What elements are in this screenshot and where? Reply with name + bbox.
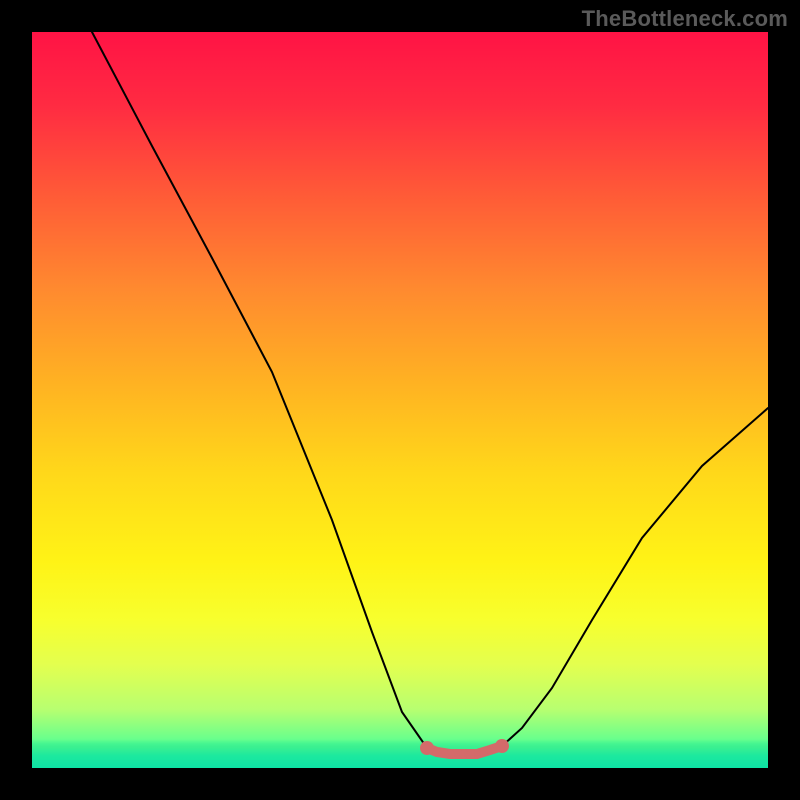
floor-dot (486, 746, 495, 755)
floor-dot (473, 750, 482, 759)
floor-dot (433, 748, 442, 757)
floor-dot (460, 750, 469, 759)
bottleneck-curve (92, 32, 768, 754)
curve-layer (32, 32, 768, 768)
plot-area (32, 32, 768, 768)
watermark-label: TheBottleneck.com (582, 6, 788, 32)
chart-frame: TheBottleneck.com (0, 0, 800, 800)
floor-dot (495, 739, 509, 753)
floor-dot (420, 741, 434, 755)
floor-dot (446, 750, 455, 759)
